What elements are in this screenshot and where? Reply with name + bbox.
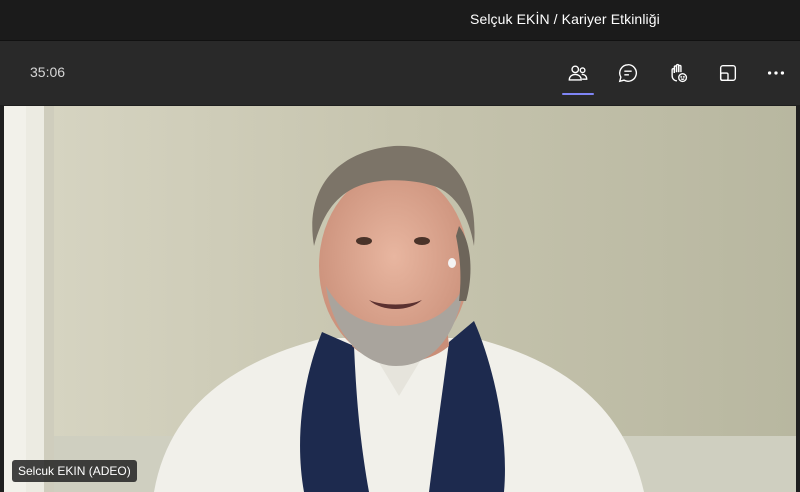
- raise-hand-icon: [671, 63, 688, 83]
- meeting-toolbar: 35:06: [0, 40, 800, 105]
- chat-icon: [618, 64, 637, 83]
- participant-video[interactable]: [4, 106, 796, 492]
- view-button[interactable]: [710, 55, 746, 91]
- participants-button[interactable]: [560, 55, 596, 95]
- participant-name-tag: Selcuk EKIN (ADEO): [12, 460, 137, 482]
- more-actions-button[interactable]: [758, 55, 794, 91]
- meeting-title: Selçuk EKİN / Kariyer Etkinliği: [470, 11, 660, 27]
- chat-button[interactable]: [610, 55, 646, 91]
- title-bar: Selçuk EKİN / Kariyer Etkinliği: [0, 0, 800, 40]
- video-frame-image: [4, 106, 796, 492]
- people-icon: [568, 65, 588, 81]
- raise-hand-button[interactable]: [660, 55, 696, 91]
- more-icon: [767, 71, 785, 75]
- call-timer: 35:06: [30, 64, 66, 80]
- share-view-icon: [719, 64, 737, 82]
